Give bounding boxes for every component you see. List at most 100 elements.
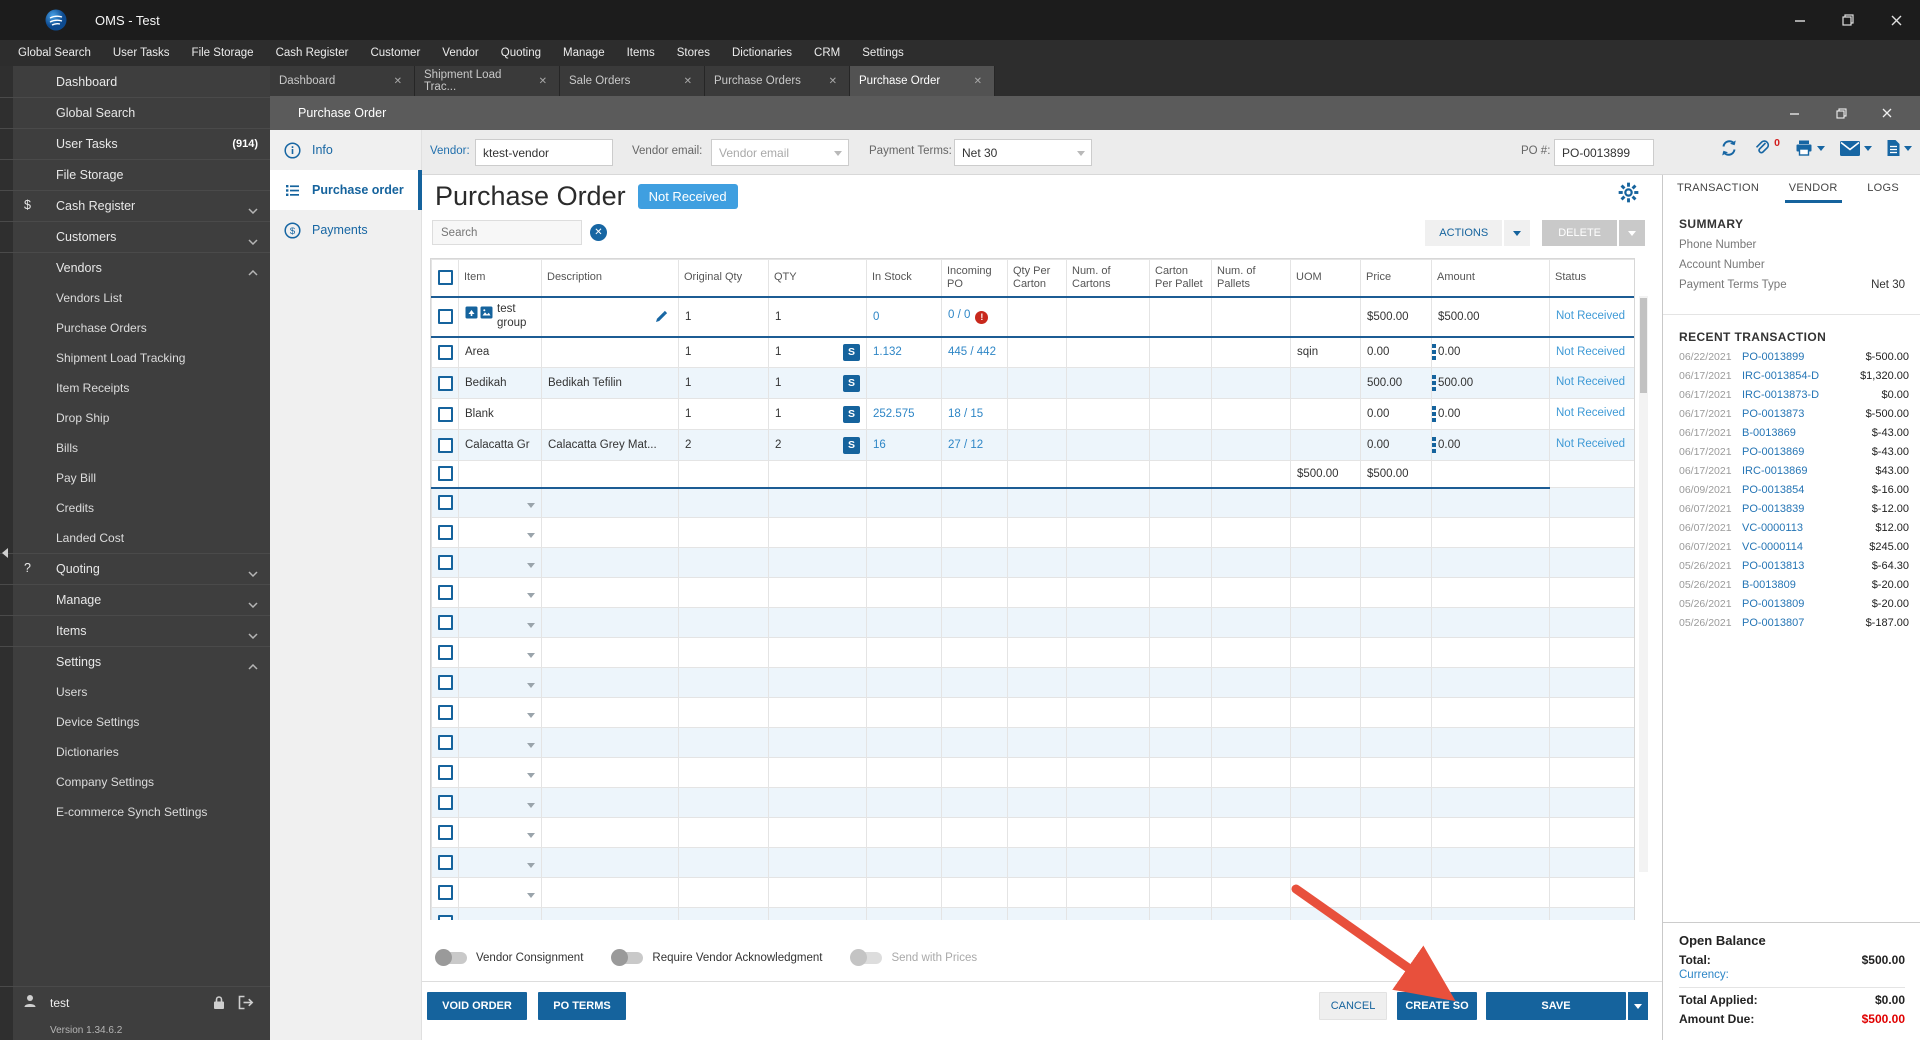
- item-cell[interactable]: Blank: [458, 398, 542, 430]
- incoming-po-link[interactable]: 445 / 442: [948, 346, 996, 358]
- column-header[interactable]: Description: [541, 259, 679, 298]
- search-clear-icon[interactable]: ✕: [590, 224, 607, 241]
- menu-item[interactable]: User Tasks: [102, 40, 181, 66]
- delete-button[interactable]: DELETE: [1542, 220, 1617, 246]
- row-checkbox[interactable]: [438, 735, 453, 750]
- transaction-doc-link[interactable]: PO-0013899: [1742, 351, 1866, 363]
- lock-icon[interactable]: [212, 995, 226, 1010]
- item-dropdown-icon[interactable]: [527, 652, 535, 658]
- tab-vendor[interactable]: VENDOR: [1784, 175, 1842, 203]
- column-header[interactable]: Qty Per Carton: [1007, 259, 1067, 298]
- item-dropdown-icon[interactable]: [527, 802, 535, 808]
- column-header[interactable]: Price: [1360, 259, 1432, 298]
- transaction-doc-link[interactable]: B-0013809: [1742, 579, 1872, 591]
- delete-dropdown[interactable]: [1619, 220, 1645, 246]
- transaction-doc-link[interactable]: IRC-0013869: [1742, 465, 1875, 477]
- column-header[interactable]: Incoming PO: [941, 259, 1008, 298]
- sidebar-subitem-credits[interactable]: Credits: [0, 493, 270, 523]
- tab-close-icon[interactable]: ✕: [826, 74, 840, 89]
- row-checkbox[interactable]: [438, 645, 453, 660]
- sidebar-subitem-vendors-list[interactable]: Vendors List: [0, 283, 270, 313]
- menu-item[interactable]: File Storage: [181, 40, 265, 66]
- sidebar-item-global-search[interactable]: Global Search: [0, 97, 270, 128]
- sidebar-collapse-icon[interactable]: [2, 548, 8, 558]
- menu-item[interactable]: Items: [616, 40, 666, 66]
- menu-item[interactable]: Manage: [552, 40, 616, 66]
- transaction-doc-link[interactable]: IRC-0013854-D: [1742, 370, 1860, 382]
- logout-icon[interactable]: [238, 995, 254, 1010]
- toggle-send-with-prices[interactable]: Send with Prices: [850, 949, 977, 966]
- stock-indicator-badge[interactable]: S: [843, 405, 860, 423]
- transaction-doc-link[interactable]: B-0013869: [1742, 427, 1872, 439]
- transaction-doc-link[interactable]: VC-0000114: [1742, 541, 1869, 553]
- transaction-doc-link[interactable]: PO-0013839: [1742, 503, 1872, 515]
- column-header[interactable]: QTY: [768, 259, 867, 298]
- search-input[interactable]: [432, 220, 582, 245]
- status-link[interactable]: Not Received: [1556, 346, 1625, 358]
- description-cell[interactable]: Bedikah Tefilin: [541, 367, 679, 399]
- tab-close-icon[interactable]: ✕: [391, 74, 405, 89]
- restore-button[interactable]: [1824, 0, 1872, 40]
- in-stock-link[interactable]: 0: [873, 311, 879, 323]
- row-checkbox[interactable]: [438, 915, 453, 920]
- row-checkbox[interactable]: [438, 675, 453, 690]
- sidebar-subitem-purchase-orders[interactable]: Purchase Orders: [0, 313, 270, 343]
- vendor-email-select[interactable]: Vendor email: [711, 139, 849, 166]
- in-stock-link[interactable]: 1.132: [873, 346, 902, 358]
- incoming-po-link[interactable]: 0 / 0: [948, 309, 970, 321]
- subnav-item-payments[interactable]: $ Payments: [270, 210, 421, 250]
- menu-item[interactable]: Cash Register: [265, 40, 360, 66]
- po-number-input[interactable]: [1554, 139, 1654, 166]
- save-button[interactable]: SAVE: [1486, 992, 1626, 1020]
- subnav-item-purchase-order[interactable]: Purchase order: [270, 170, 422, 210]
- attachment-icon[interactable]: [1753, 139, 1771, 157]
- item-dropdown-icon[interactable]: [527, 562, 535, 568]
- column-header[interactable]: UOM: [1290, 259, 1361, 298]
- menu-item[interactable]: CRM: [803, 40, 851, 66]
- item-dropdown-icon[interactable]: [527, 502, 535, 508]
- actions-button[interactable]: ACTIONS: [1425, 220, 1503, 246]
- document-tab[interactable]: Purchase Order ✕: [850, 66, 995, 96]
- menu-item[interactable]: Stores: [666, 40, 721, 66]
- cancel-button[interactable]: CANCEL: [1319, 992, 1387, 1020]
- document-tab[interactable]: Dashboard ✕: [270, 66, 415, 96]
- sidebar-item-settings[interactable]: Settings: [0, 646, 270, 677]
- row-checkbox[interactable]: [438, 855, 453, 870]
- column-header[interactable]: In Stock: [866, 259, 942, 298]
- sidebar-subitem-bills[interactable]: Bills: [0, 433, 270, 463]
- row-checkbox[interactable]: [438, 525, 453, 540]
- vendor-input[interactable]: [475, 139, 613, 166]
- incoming-po-link[interactable]: 27 / 12: [948, 439, 983, 451]
- sidebar-subitem-shipment-load-tracking[interactable]: Shipment Load Tracking: [0, 343, 270, 373]
- column-header[interactable]: Carton Per Pallet: [1149, 259, 1212, 298]
- row-checkbox[interactable]: [437, 270, 453, 286]
- tab-transaction[interactable]: TRANSACTION: [1673, 175, 1763, 203]
- status-link[interactable]: Not Received: [1556, 310, 1625, 322]
- transaction-doc-link[interactable]: PO-0013873: [1742, 408, 1866, 420]
- in-stock-link[interactable]: 16: [873, 439, 886, 451]
- sidebar-subitem-dictionaries[interactable]: Dictionaries: [0, 737, 270, 767]
- toggle-switch[interactable]: [435, 949, 467, 966]
- in-stock-link[interactable]: 252.575: [873, 408, 915, 420]
- stock-indicator-badge[interactable]: S: [843, 343, 860, 361]
- toggle-switch[interactable]: [611, 949, 644, 966]
- tab-logs[interactable]: LOGS: [1863, 175, 1903, 203]
- item-dropdown-icon[interactable]: [527, 682, 535, 688]
- row-checkbox[interactable]: [438, 406, 453, 422]
- transaction-doc-link[interactable]: PO-0013854: [1742, 484, 1872, 496]
- save-dropdown[interactable]: [1628, 992, 1648, 1020]
- stock-indicator-badge[interactable]: S: [843, 374, 860, 392]
- row-checkbox[interactable]: [438, 375, 453, 391]
- status-link[interactable]: Not Received: [1556, 438, 1625, 450]
- column-header[interactable]: Item: [458, 259, 542, 298]
- status-link[interactable]: Not Received: [1556, 407, 1625, 419]
- stock-indicator-badge[interactable]: S: [843, 436, 860, 454]
- sidebar-subitem-drop-ship[interactable]: Drop Ship: [0, 403, 270, 433]
- row-checkbox[interactable]: [438, 795, 453, 810]
- description-cell[interactable]: [541, 398, 679, 430]
- row-menu-icon[interactable]: [1432, 375, 1436, 391]
- sidebar-subitem-item-receipts[interactable]: Item Receipts: [0, 373, 270, 403]
- document-tab[interactable]: Purchase Orders ✕: [705, 66, 850, 96]
- sidebar-item-cash-register[interactable]: $ Cash Register: [0, 190, 270, 221]
- item-cell[interactable]: Calacatta Gr: [458, 429, 542, 461]
